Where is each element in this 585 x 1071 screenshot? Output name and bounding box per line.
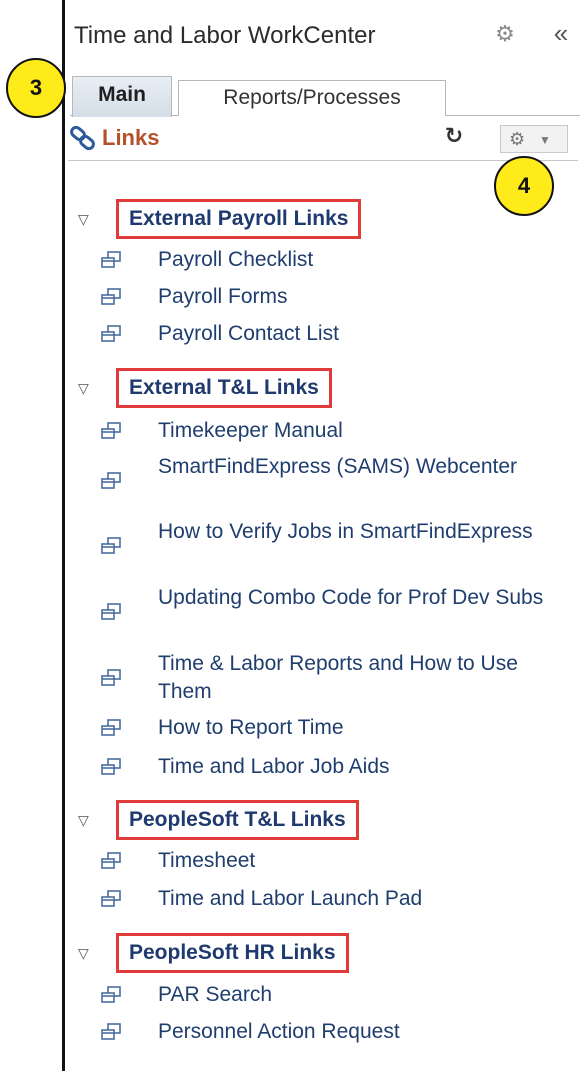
link-text[interactable]: Updating Combo Code for Prof Dev Subs — [158, 584, 568, 612]
triangle-down-icon[interactable]: ▽ — [78, 812, 94, 828]
links-icon — [68, 125, 98, 153]
workcenter-header: Time and Labor WorkCenter ⚙ « — [70, 14, 580, 60]
triangle-down-icon[interactable]: ▽ — [78, 945, 94, 961]
link-text[interactable]: Payroll Forms — [158, 283, 568, 311]
new-window-icon — [100, 718, 122, 738]
group-title[interactable]: PeopleSoft T&L Links — [116, 800, 359, 840]
link-text[interactable]: SmartFindExpress (SAMS) Webcenter — [158, 453, 568, 481]
link-text[interactable]: How to Report Time — [158, 714, 568, 742]
new-window-icon — [100, 889, 122, 909]
new-window-icon — [100, 985, 122, 1005]
link-text[interactable]: Time and Labor Job Aids — [158, 753, 568, 781]
new-window-icon — [100, 536, 122, 556]
gear-icon: ⚙ — [509, 129, 526, 149]
refresh-icon[interactable]: ↻ — [442, 123, 466, 149]
double-chevron-left-icon[interactable]: « — [550, 20, 572, 46]
triangle-down-icon[interactable]: ▽ — [78, 211, 94, 227]
new-window-icon — [100, 851, 122, 871]
workcenter-title: Time and Labor WorkCenter — [74, 22, 376, 49]
link-text[interactable]: Payroll Checklist — [158, 246, 568, 274]
new-window-icon — [100, 421, 122, 441]
gear-icon[interactable]: ⚙ — [494, 22, 516, 46]
tab-bar: Main Reports/Processes — [70, 72, 580, 117]
callout-badge-4: 4 — [494, 156, 554, 216]
new-window-icon — [100, 471, 122, 491]
pagelet-left-border — [62, 0, 65, 1071]
new-window-icon — [100, 1022, 122, 1042]
new-window-icon — [100, 287, 122, 307]
new-window-icon — [100, 602, 122, 622]
group-title[interactable]: External T&L Links — [116, 368, 332, 408]
links-pagelet-title: Links — [102, 125, 160, 150]
new-window-icon — [100, 250, 122, 270]
link-text[interactable]: Timesheet — [158, 847, 568, 875]
link-text[interactable]: Time & Labor Reports and How to Use Them — [158, 650, 568, 706]
callout-badge-3: 3 — [6, 58, 66, 118]
group-title[interactable]: PeopleSoft HR Links — [116, 933, 349, 973]
link-text[interactable]: PAR Search — [158, 981, 568, 1009]
pagelet-options-button[interactable]: ⚙ ▼ — [500, 125, 568, 153]
link-text[interactable]: Personnel Action Request — [158, 1018, 568, 1046]
link-text[interactable]: Payroll Contact List — [158, 320, 568, 348]
link-text[interactable]: Time and Labor Launch Pad — [158, 885, 568, 913]
new-window-icon — [100, 668, 122, 688]
triangle-down-icon[interactable]: ▽ — [78, 380, 94, 396]
new-window-icon — [100, 757, 122, 777]
link-text[interactable]: How to Verify Jobs in SmartFindExpress — [158, 518, 568, 546]
tab-reports-processes[interactable]: Reports/Processes — [178, 80, 446, 116]
tab-main[interactable]: Main — [72, 76, 172, 117]
group-title[interactable]: External Payroll Links — [116, 199, 362, 239]
caret-down-icon: ▼ — [539, 133, 551, 147]
links-pagelet-header: Links ↻ ⚙ ▼ — [68, 117, 578, 161]
new-window-icon — [100, 324, 122, 344]
link-text[interactable]: Timekeeper Manual — [158, 417, 568, 445]
